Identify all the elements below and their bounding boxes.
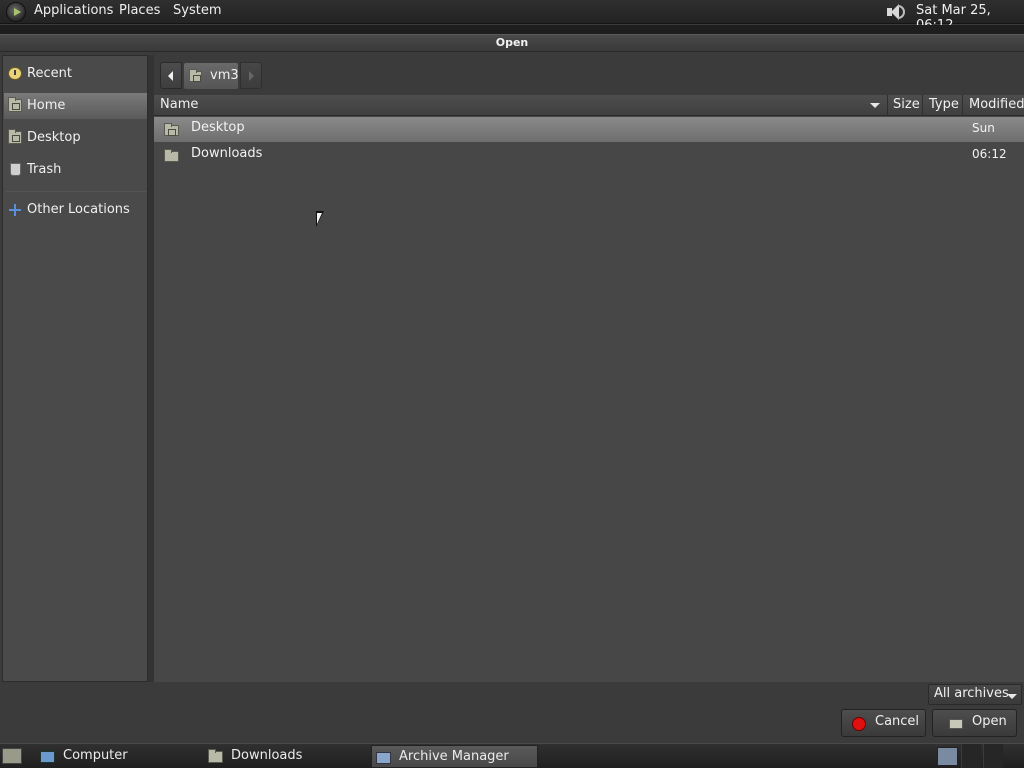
path-bar: vm3: [154, 55, 1024, 95]
sidebar-item-other-locations[interactable]: Other Locations: [4, 197, 147, 223]
cancel-icon: [852, 717, 866, 731]
system-menu[interactable]: System: [173, 3, 221, 18]
tray-separator: [961, 744, 981, 768]
sidebar-item-label: Home: [27, 98, 66, 113]
sidebar-item-label: Recent: [27, 66, 72, 81]
cancel-button[interactable]: Cancel: [841, 709, 926, 737]
path-crumb-label: vm3: [210, 68, 239, 83]
home-folder-icon: [8, 97, 22, 112]
places-menu[interactable]: Places: [119, 3, 160, 18]
table-row[interactable]: Downloads 06:12: [154, 143, 1024, 168]
sidebar-item-label: Trash: [27, 162, 62, 177]
taskbar-item-downloads[interactable]: Downloads: [204, 745, 369, 768]
dialog-action-area: All archives Cancel Open: [0, 682, 1024, 742]
mouse-pointer-icon: [316, 211, 324, 227]
taskbar-item-label: Computer: [63, 748, 128, 763]
archive-manager-icon: [376, 752, 391, 764]
dialog-title: Open: [495, 36, 529, 49]
file-list: Name Size Type Modified Desktop Sun Down…: [154, 95, 1024, 682]
show-desktop-icon[interactable]: [2, 748, 22, 764]
path-back-button[interactable]: [160, 62, 182, 89]
folder-icon: [164, 149, 179, 162]
path-forward-button[interactable]: [240, 62, 262, 89]
column-type-header[interactable]: Type: [923, 95, 963, 116]
taskbar-item-label: Archive Manager: [399, 749, 509, 764]
home-folder-icon: [189, 69, 202, 82]
computer-icon: [40, 751, 55, 763]
folder-icon: [208, 749, 223, 763]
file-filter-value: All archives: [934, 686, 1009, 701]
sidebar-item-label: Desktop: [27, 130, 81, 145]
file-name: Downloads: [191, 146, 263, 161]
file-filter-dropdown[interactable]: All archives: [928, 684, 1022, 705]
desktop-folder-icon: [8, 129, 22, 144]
column-size-header[interactable]: Size: [888, 95, 923, 116]
taskbar-item-label: Downloads: [231, 748, 303, 763]
volume-icon[interactable]: [884, 2, 906, 22]
taskbar: Computer Downloads Archive Manager: [0, 743, 1024, 768]
trash-icon: [10, 163, 21, 176]
open-folder-icon: [949, 719, 963, 729]
sidebar-item-home[interactable]: Home: [4, 93, 147, 119]
applications-menu[interactable]: Applications: [34, 3, 113, 18]
taskbar-item-computer[interactable]: Computer: [36, 745, 201, 768]
sidebar-item-desktop[interactable]: Desktop: [4, 125, 147, 151]
sidebar-separator: [6, 191, 146, 192]
table-row[interactable]: Desktop Sun: [154, 117, 1024, 142]
clock-icon: [8, 67, 22, 80]
taskbar-item-archive-manager[interactable]: Archive Manager: [371, 745, 538, 768]
sidebar-item-label: Other Locations: [27, 202, 130, 217]
column-header: Name Size Type Modified: [154, 95, 1024, 116]
distro-logo-icon[interactable]: [6, 2, 26, 22]
column-name-header[interactable]: Name: [154, 95, 888, 116]
plus-icon: [8, 203, 22, 216]
column-modified-header[interactable]: Modified: [963, 95, 1024, 116]
open-button-label: Open: [972, 714, 1007, 729]
workspace-switcher-icon[interactable]: [937, 747, 958, 766]
sort-descending-icon[interactable]: [870, 103, 880, 108]
cancel-button-label: Cancel: [875, 714, 920, 729]
tray-separator: [983, 744, 1003, 768]
sidebar-item-recent[interactable]: Recent: [4, 61, 147, 87]
sidebar-item-trash[interactable]: Trash: [4, 157, 147, 183]
dialog-title-bar[interactable]: Open: [0, 34, 1024, 52]
path-crumb-current[interactable]: vm3: [184, 63, 239, 89]
top-panel: Applications Places System Sat Mar 25, 0…: [0, 0, 1024, 33]
panel-gap: [0, 25, 1024, 34]
desktop-folder-icon: [164, 123, 179, 136]
chevron-down-icon: [1007, 694, 1017, 699]
open-button[interactable]: Open: [932, 709, 1017, 737]
file-modified: 06:12: [972, 147, 1007, 161]
file-modified: Sun: [972, 121, 995, 135]
file-name: Desktop: [191, 120, 245, 135]
places-sidebar: Recent Home Desktop Trash Other Location…: [2, 55, 148, 682]
